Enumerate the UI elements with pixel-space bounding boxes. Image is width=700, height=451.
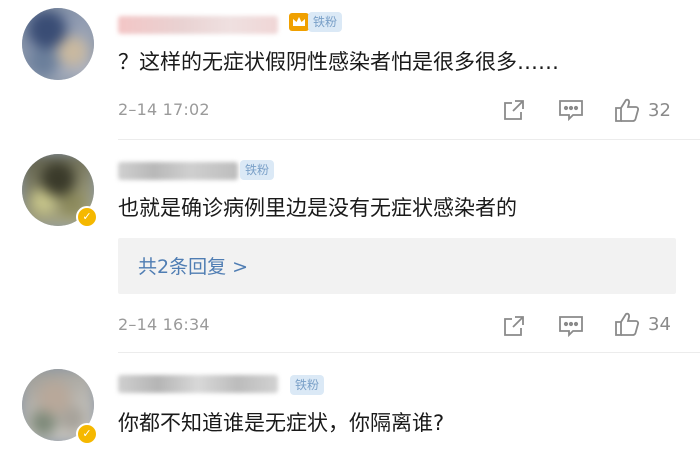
view-replies-button[interactable]: 共2条回复 > (118, 238, 676, 294)
crown-icon (289, 13, 309, 31)
share-button[interactable] (502, 312, 526, 340)
comment-item: 铁粉 ？这样的无症状假阴性感染者怕是很多很多…… 2–14 17:02 32 (0, 0, 700, 140)
reply-button[interactable] (558, 312, 584, 340)
like-icon (615, 312, 640, 336)
like-count: 34 (648, 313, 671, 335)
comment-text: 你都不知道谁是无症状，你隔离谁? (118, 411, 445, 435)
share-icon (504, 316, 524, 336)
comment-time: 2–14 16:34 (118, 315, 210, 334)
reply-button[interactable] (558, 96, 584, 124)
comment-item: ✓ 铁粉 也就是确诊病例里边是没有无症状感染者的 共2条回复 > 2–14 16… (0, 140, 700, 353)
replies-label: 共2条回复 > (138, 256, 249, 278)
fan-badge: 铁粉 (290, 375, 325, 395)
share-icon (504, 100, 524, 120)
comment-item: ✓ 铁粉 你都不知道谁是无症状，你隔离谁? (0, 353, 700, 451)
comment-time: 2–14 17:02 (118, 100, 210, 119)
username-obscured[interactable] (118, 16, 278, 34)
like-icon (615, 98, 640, 122)
avatar[interactable] (22, 8, 94, 80)
comment-text: ？这样的无症状假阴性感染者怕是很多很多…… (118, 50, 559, 74)
comment-icon (559, 316, 583, 338)
fan-badge: 铁粉 (240, 160, 275, 180)
comment-text: 也就是确诊病例里边是没有无症状感染者的 (118, 196, 517, 220)
share-button[interactable] (502, 96, 526, 124)
like-button[interactable]: 34 (614, 310, 671, 338)
comment-icon (559, 100, 583, 122)
like-button[interactable]: 32 (614, 96, 671, 124)
like-count: 32 (648, 99, 671, 121)
fan-badge: 铁粉 (308, 12, 343, 32)
verified-icon: ✓ (76, 423, 98, 445)
verified-icon: ✓ (76, 206, 98, 228)
username-obscured[interactable] (118, 375, 278, 393)
username-obscured[interactable] (118, 162, 238, 180)
